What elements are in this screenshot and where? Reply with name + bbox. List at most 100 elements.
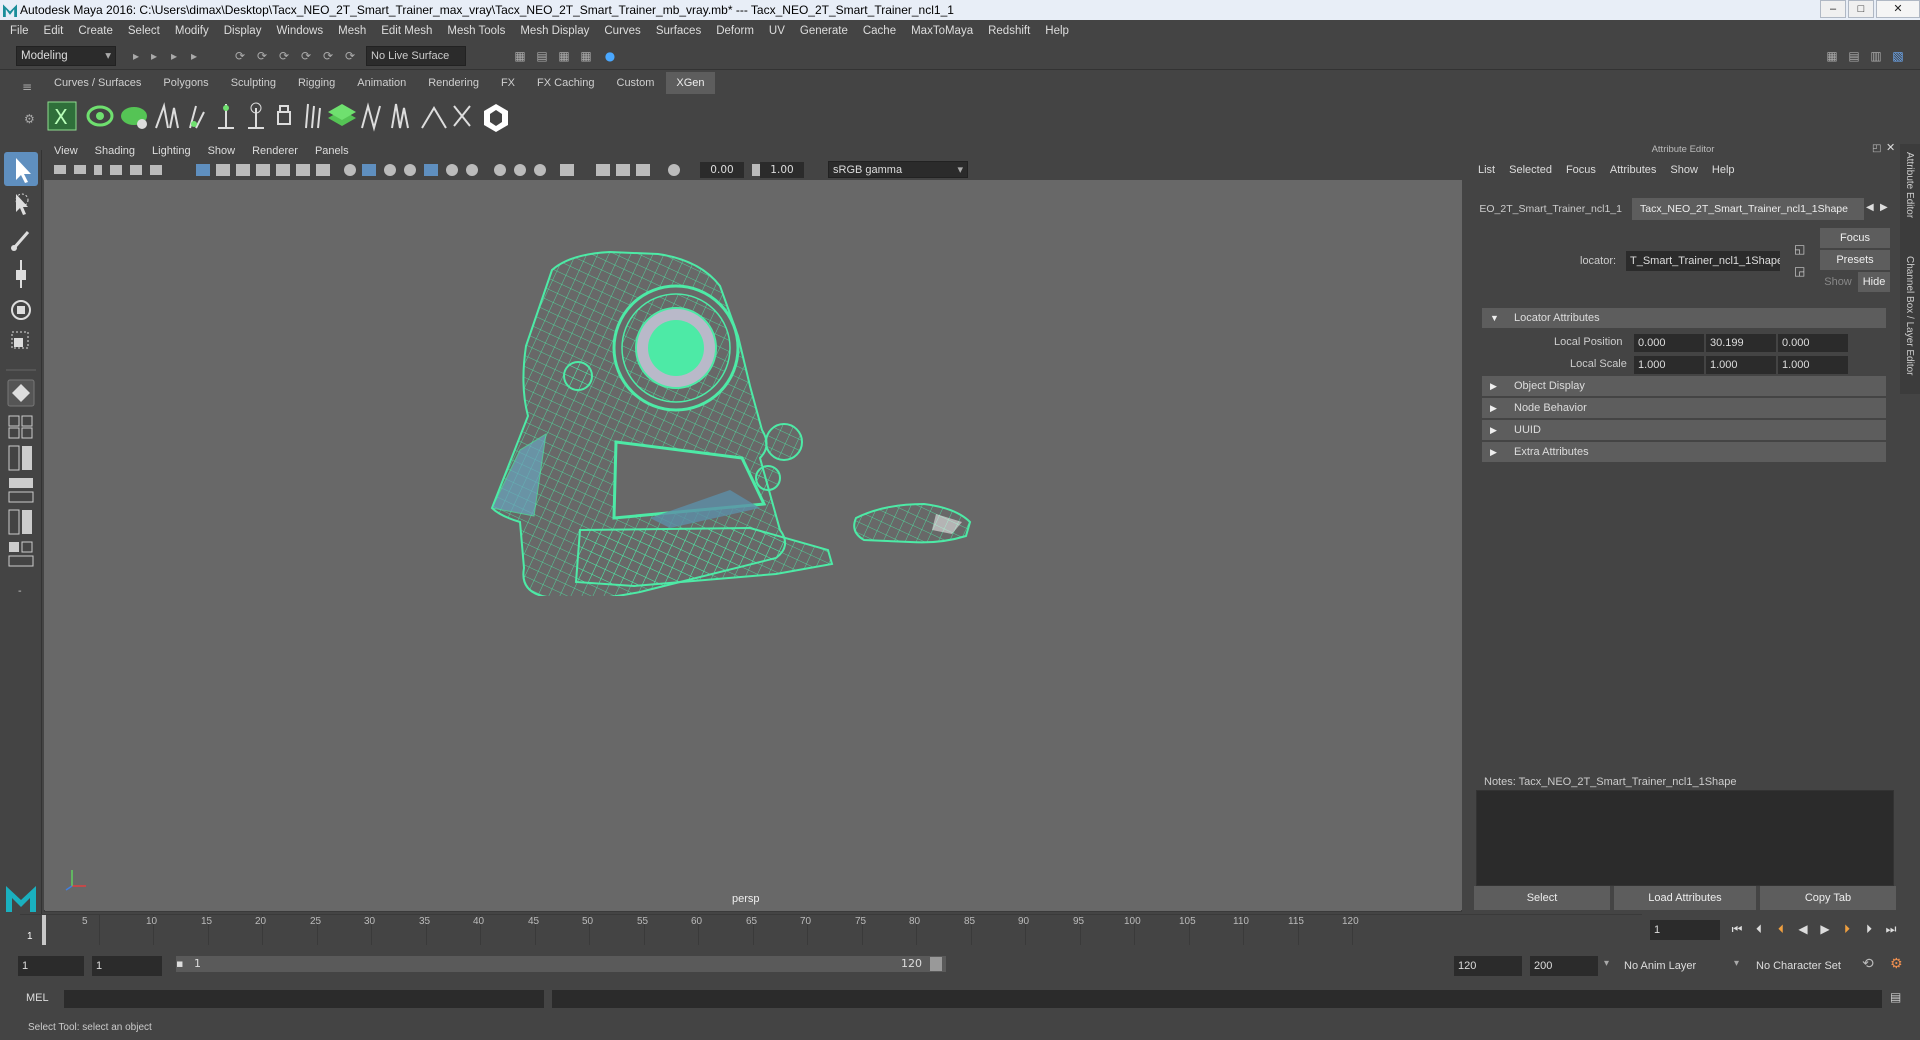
gamma-field[interactable]: 1.00: [760, 162, 804, 178]
local-position-y[interactable]: 30.199: [1706, 334, 1776, 352]
tool-settings-icon[interactable]: ▥: [1868, 48, 1884, 64]
rotate-tool-icon[interactable]: [11, 300, 31, 320]
layout-graph-icon[interactable]: [8, 509, 32, 535]
range-handle-start-icon[interactable]: ▪: [176, 957, 183, 970]
smooth-shade-icon[interactable]: [362, 164, 376, 176]
vp-menu-lighting[interactable]: Lighting: [152, 145, 191, 157]
dof-icon[interactable]: [534, 164, 546, 176]
section-extra-attributes[interactable]: ▶ Extra Attributes: [1482, 442, 1886, 462]
tab-prev-icon[interactable]: ◀: [1866, 202, 1874, 213]
tab-curves-surfaces[interactable]: Curves / Surfaces: [44, 72, 152, 94]
last-tool-icon[interactable]: [7, 379, 35, 407]
playback-end-field[interactable]: 120: [1454, 956, 1522, 976]
tab-custom[interactable]: Custom: [606, 72, 665, 94]
step-forward-key-icon[interactable]: ⏵: [1838, 920, 1856, 938]
lasso-tool-icon[interactable]: [15, 193, 29, 215]
side-tab-attribute-editor[interactable]: Attribute Editor: [1904, 152, 1915, 218]
xgen-layers-icon[interactable]: [328, 104, 356, 126]
tab-rigging[interactable]: Rigging: [287, 72, 346, 94]
play-forwards-icon[interactable]: ▶: [1816, 920, 1834, 938]
step-back-key-icon[interactable]: ⏴: [1772, 920, 1790, 938]
arrow-icon[interactable]: ▸: [128, 48, 144, 64]
menu-select[interactable]: Select: [128, 25, 160, 37]
layout-single-icon[interactable]: [8, 415, 33, 439]
resolution-gate-icon[interactable]: [236, 164, 250, 176]
more-layouts-icon[interactable]: -: [18, 586, 22, 597]
load-attributes-button[interactable]: Load Attributes: [1614, 886, 1756, 910]
move-tool-icon[interactable]: [16, 260, 26, 288]
mel-label[interactable]: MEL: [26, 992, 49, 1004]
arrow-icon[interactable]: ▸: [146, 48, 162, 64]
ae-menu-show[interactable]: Show: [1670, 164, 1698, 176]
lasso-select-icon[interactable]: ⟳: [276, 48, 292, 64]
hypershade-icon[interactable]: ●: [602, 48, 618, 64]
output-connection-icon[interactable]: ◲: [1794, 264, 1805, 278]
go-to-end-icon[interactable]: ⏭: [1882, 920, 1900, 938]
menu-curves[interactable]: Curves: [604, 25, 640, 37]
character-set-dropdown[interactable]: No Character Set: [1752, 956, 1862, 976]
ae-menu-focus[interactable]: Focus: [1566, 164, 1596, 176]
gear-icon[interactable]: ⚙: [24, 112, 35, 126]
menu-windows[interactable]: Windows: [276, 25, 323, 37]
show-button[interactable]: Show: [1820, 272, 1856, 292]
ipr-render-icon[interactable]: ▦: [556, 48, 572, 64]
chevron-down-icon[interactable]: ▾: [1604, 958, 1609, 969]
attribute-editor-toggle-icon[interactable]: ▤: [1846, 48, 1862, 64]
xgen-clump-icon[interactable]: [391, 103, 409, 129]
xgen-length-icon[interactable]: [218, 104, 234, 129]
anim-layer-dropdown[interactable]: No Anim Layer: [1620, 956, 1740, 976]
ae-tab-shape[interactable]: Tacx_NEO_2T_Smart_Trainer_ncl1_1Shape: [1632, 198, 1864, 220]
lasso-select-icon[interactable]: ⟳: [254, 48, 270, 64]
start-time-field[interactable]: 1: [18, 956, 84, 976]
xray-components-icon[interactable]: [636, 164, 650, 176]
menu-edit-mesh[interactable]: Edit Mesh: [381, 25, 432, 37]
xgen-coil-icon[interactable]: [421, 106, 447, 129]
range-slider[interactable]: ▪ 1 120: [176, 956, 946, 972]
xgen-delete-icon[interactable]: [453, 105, 471, 127]
xgen-add-icon[interactable]: [189, 105, 205, 129]
ae-menu-attributes[interactable]: Attributes: [1610, 164, 1656, 176]
menu-cache[interactable]: Cache: [863, 25, 896, 37]
paint-select-tool-icon[interactable]: [11, 231, 30, 251]
scale-tool-icon[interactable]: [11, 331, 29, 349]
tab-fx[interactable]: FX: [490, 72, 526, 94]
render-icon[interactable]: ▦: [512, 48, 528, 64]
input-connection-icon[interactable]: ◱: [1794, 242, 1805, 256]
xgen-description-icon[interactable]: [86, 105, 114, 127]
range-handle-end-icon[interactable]: [930, 957, 942, 971]
ambient-occlusion-icon[interactable]: [466, 164, 478, 176]
presets-button[interactable]: Presets: [1820, 250, 1890, 270]
xgen-render-icon[interactable]: [484, 104, 508, 132]
vp-menu-show[interactable]: Show: [208, 145, 236, 157]
ae-tab-transform[interactable]: EO_2T_Smart_Trainer_ncl1_1: [1474, 198, 1630, 220]
live-surface-field[interactable]: No Live Surface: [366, 46, 466, 66]
local-scale-x[interactable]: 1.000: [1634, 356, 1704, 374]
time-slider[interactable]: 1 5 10 15 20 25 30 35 40 45 50 55 60 65 …: [20, 914, 1642, 945]
local-scale-z[interactable]: 1.000: [1778, 356, 1848, 374]
section-uuid[interactable]: ▶ UUID: [1482, 420, 1886, 440]
step-forward-icon[interactable]: ⏵: [1860, 920, 1878, 938]
go-to-start-icon[interactable]: ⏮: [1728, 920, 1746, 938]
mode-selector[interactable]: Modeling: [16, 46, 116, 66]
float-panel-icon[interactable]: ◰: [1872, 143, 1881, 154]
end-time-field[interactable]: 200: [1530, 956, 1598, 976]
focus-button[interactable]: Focus: [1820, 228, 1890, 248]
arrow-icon[interactable]: ▸: [166, 48, 182, 64]
field-chart-icon[interactable]: [276, 164, 290, 176]
tab-fx-caching[interactable]: FX Caching: [527, 72, 605, 94]
modeling-toolkit-icon[interactable]: ▦: [1824, 48, 1840, 64]
exposure-icon[interactable]: [668, 164, 680, 176]
xray-joints-icon[interactable]: [616, 164, 630, 176]
color-space-dropdown[interactable]: sRGB gamma: [828, 161, 968, 178]
vp-menu-panels[interactable]: Panels: [315, 145, 349, 157]
section-object-display[interactable]: ▶ Object Display: [1482, 376, 1886, 396]
ae-menu-list[interactable]: List: [1478, 164, 1495, 176]
tab-animation[interactable]: Animation: [347, 72, 417, 94]
multisample-icon[interactable]: [514, 164, 526, 176]
chevron-down-icon[interactable]: ▾: [1734, 958, 1739, 969]
xgen-smooth-icon[interactable]: [305, 103, 321, 129]
section-node-behavior[interactable]: ▶ Node Behavior: [1482, 398, 1886, 418]
minimize-button[interactable]: –: [1820, 0, 1846, 18]
camera-icon[interactable]: [54, 165, 66, 174]
menu-edit[interactable]: Edit: [44, 25, 64, 37]
